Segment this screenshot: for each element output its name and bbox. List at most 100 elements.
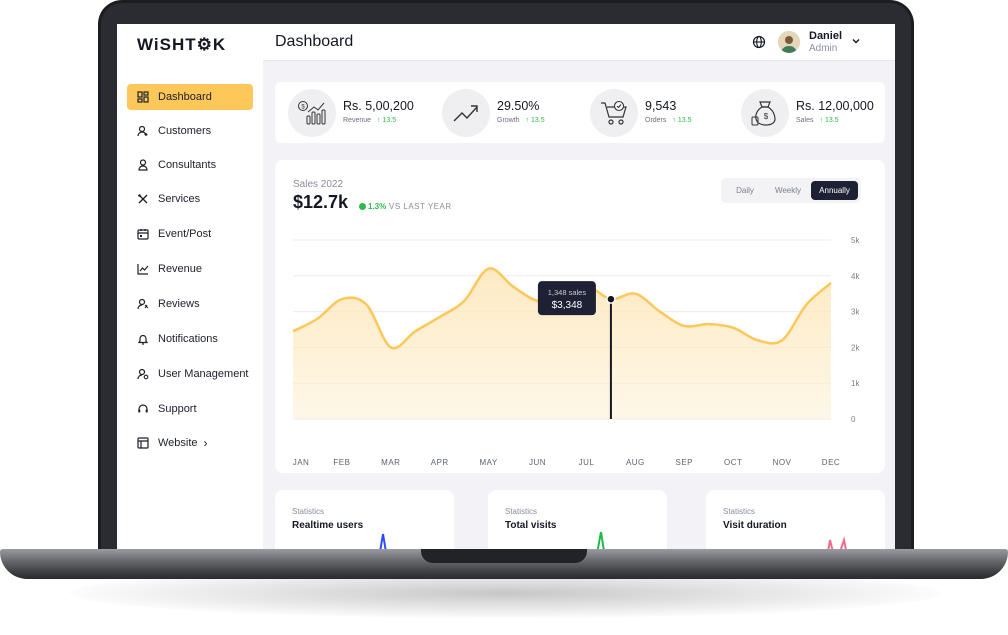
stat-label: Revenue ↑ 13.5 — [343, 117, 397, 124]
sidebar-item-label: Customers — [158, 125, 212, 137]
x-tick-label: OCT — [724, 458, 742, 467]
cart-icon — [590, 89, 638, 137]
mini-card-caption: Statistics — [505, 507, 538, 516]
stat-label: Orders ↑ 13.5 — [645, 117, 692, 124]
stat-value: Rs. 5,00,200 — [343, 99, 414, 113]
x-tick-label: JUN — [529, 458, 546, 467]
x-tick-label: DEC — [822, 458, 840, 467]
x-tick-label: MAR — [381, 458, 400, 467]
bell-icon — [137, 333, 149, 345]
sidebar-item-label: Website — [158, 437, 198, 449]
calendar-icon — [137, 228, 149, 240]
logo[interactable]: WiSHT⚙K — [137, 35, 226, 55]
sidebar-item-label: Support — [158, 403, 197, 415]
x-tick-label: FEB — [333, 458, 350, 467]
stat-label: Growth ↑ 13.5 — [497, 117, 545, 124]
chevron-right-icon: › — [203, 436, 208, 450]
y-tick-label: 2k — [851, 343, 860, 352]
tooltip-sales-count: 1,348 sales — [548, 288, 587, 297]
reviews-icon — [137, 298, 149, 310]
sidebar-item-label: Services — [158, 193, 201, 205]
chevron-down-icon[interactable] — [851, 36, 861, 46]
mini-card-caption: Statistics — [292, 507, 325, 516]
user-role: Admin — [809, 43, 838, 54]
sidebar-item-label: Notifications — [158, 333, 218, 345]
x-tick-label: MAY — [480, 458, 498, 467]
sales-area-chart: 0 1k 2k 3k 4k 5k JAN FEB MAR APR MAY JUN JUL AUG SEP OC… — [292, 236, 860, 467]
globe-icon[interactable] — [752, 35, 766, 49]
y-tick-label: 5k — [851, 236, 860, 245]
laptop-notch — [421, 549, 587, 563]
stat-value: 9,543 — [645, 99, 677, 113]
sparkline — [596, 531, 605, 550]
sales-chart-card: Sales 2022 $12.7k 1.3% VS LAST YEAR Dail… — [275, 160, 885, 473]
avatar[interactable] — [778, 31, 800, 53]
website-icon — [137, 437, 149, 449]
sidebar-item-services[interactable]: Services — [127, 186, 253, 212]
revenue-icon — [137, 263, 149, 275]
stats-bar: $ Rs. 5,00,200 Revenue ↑ 13.5 29.50% Grow… — [275, 82, 885, 143]
dashboard-screen: WiSHT⚙K Dashboard Customers Consultants … — [117, 24, 895, 550]
sidebar-item-revenue[interactable]: Revenue — [127, 256, 253, 282]
sidebar-item-website[interactable]: Website › — [127, 430, 253, 456]
x-tick-label: APR — [431, 458, 449, 467]
sidebar-item-label: Dashboard — [158, 91, 212, 103]
sidebar: WiSHT⚙K Dashboard Customers Consultants … — [117, 24, 263, 550]
customers-icon — [137, 125, 149, 137]
sidebar-item-label: User Management — [158, 368, 249, 380]
y-tick-label: 1k — [851, 379, 860, 388]
x-tick-label: JUL — [579, 458, 595, 467]
x-tick-label: NOV — [773, 458, 792, 467]
sidebar-item-reviews[interactable]: Reviews — [127, 291, 253, 317]
sidebar-item-dashboard[interactable]: Dashboard — [127, 84, 253, 110]
tooltip-point — [606, 294, 616, 304]
headset-icon — [137, 403, 149, 415]
stat-value: Rs. 12,00,000 — [796, 99, 874, 113]
sidebar-item-label: Consultants — [158, 159, 217, 171]
mini-card-title: Visit duration — [723, 520, 787, 531]
consultants-icon — [137, 159, 149, 171]
stat-orders: 9,543 Orders ↑ 13.5 — [590, 82, 730, 143]
sidebar-item-consultants[interactable]: Consultants — [127, 152, 253, 178]
services-icon — [137, 193, 149, 205]
sidebar-item-customers[interactable]: Customers — [127, 118, 253, 144]
svg-text:$: $ — [764, 112, 769, 121]
tooltip-amount: $3,348 — [552, 300, 583, 311]
sidebar-item-label: Revenue — [158, 263, 203, 275]
stat-label: Sales ↑ 13.5 — [796, 117, 839, 124]
mini-card-total-visits: Statistics Total visits — [488, 490, 667, 550]
sidebar-item-support[interactable]: Support — [127, 396, 253, 422]
top-header: Dashboard Daniel Admin — [263, 24, 895, 61]
sidebar-item-label: Event/Post — [158, 228, 212, 240]
sidebar-item-label: Reviews — [158, 298, 200, 310]
svg-text:$: $ — [301, 105, 305, 111]
mini-card-title: Total visits — [505, 520, 557, 531]
mini-card-realtime-users: Statistics Realtime users — [275, 490, 454, 550]
sparkline — [827, 536, 848, 550]
revenue-chart-icon: $ — [288, 89, 336, 137]
stat-value: 29.50% — [497, 99, 540, 113]
money-bag-icon: $ — [741, 89, 789, 137]
x-tick-label: JAN — [293, 458, 310, 467]
stat-revenue: $ Rs. 5,00,200 Revenue ↑ 13.5 — [288, 82, 428, 143]
stat-growth: 29.50% Growth ↑ 13.5 — [442, 82, 582, 143]
mini-card-visit-duration: Statistics Visit duration — [706, 490, 885, 550]
y-tick-label: 4k — [851, 272, 860, 281]
stat-sales: $ Rs. 12,00,000 Sales ↑ 13.5 — [741, 82, 885, 143]
mini-card-title: Realtime users — [292, 520, 364, 531]
mini-card-caption: Statistics — [723, 507, 756, 516]
y-tick-label: 3k — [851, 308, 860, 317]
sidebar-item-user-management[interactable]: User Management — [127, 361, 253, 387]
laptop-mockup: WiSHT⚙K Dashboard Customers Consultants … — [0, 0, 1008, 635]
y-tick-label: 0 — [851, 415, 856, 424]
growth-arrow-icon — [442, 89, 490, 137]
user-name: Daniel — [809, 30, 843, 42]
x-tick-label: SEP — [676, 458, 694, 467]
x-tick-label: AUG — [626, 458, 645, 467]
sidebar-item-notifications[interactable]: Notifications — [127, 326, 253, 352]
page-title: Dashboard — [275, 33, 354, 50]
sparkline — [379, 533, 387, 550]
dashboard-icon — [137, 91, 149, 103]
user-management-icon — [137, 368, 149, 380]
sidebar-item-event-post[interactable]: Event/Post — [127, 221, 253, 247]
